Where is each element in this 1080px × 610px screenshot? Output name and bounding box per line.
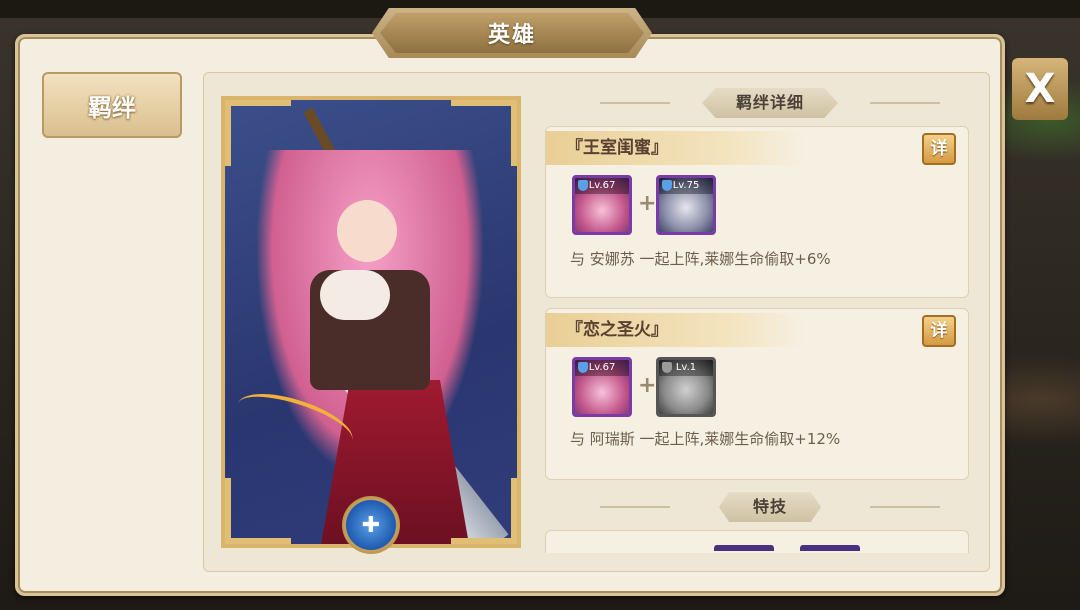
card-corner-ornament — [451, 478, 517, 544]
hero-face — [337, 200, 397, 262]
card-corner-ornament — [225, 478, 291, 544]
bond-partner-portrait[interactable]: Lv.75 — [656, 175, 716, 235]
sidebar-tab-bond[interactable]: 羁绊 — [42, 72, 182, 138]
bond-detail-header-label: 羁绊详细 — [701, 88, 838, 118]
shield-cross-icon[interactable]: ✚ — [342, 496, 400, 554]
bond-detail-button[interactable]: 详 — [922, 133, 956, 165]
bond-item: 『恋之圣火』 详 Lv.67 + Lv.1 与 阿瑞斯 一起上阵,莱娜生命偷取+… — [545, 308, 969, 480]
plus-icon: + — [638, 373, 657, 398]
card-corner-ornament — [225, 100, 291, 166]
window-title: 英雄 — [487, 23, 536, 48]
header-divider-line — [870, 102, 940, 104]
header-divider-line — [600, 102, 670, 104]
bond-title: 『恋之圣火』 — [546, 313, 806, 347]
skill-slot[interactable] — [714, 545, 774, 551]
bond-partner-portrait[interactable]: Lv.67 — [572, 175, 632, 235]
skill-header-label: 特技 — [718, 492, 821, 522]
header-divider-line — [870, 506, 940, 508]
card-corner-ornament — [451, 100, 517, 166]
skill-header: 特技 — [600, 490, 940, 524]
bond-partner-portrait[interactable]: Lv.1 — [656, 357, 716, 417]
close-button[interactable]: X — [1012, 58, 1068, 120]
hero-chest — [320, 270, 390, 320]
hero-card — [221, 96, 521, 548]
plus-icon: + — [638, 191, 657, 216]
bond-partner-portrait[interactable]: Lv.67 — [572, 357, 632, 417]
bond-title: 『王室闺蜜』 — [546, 131, 806, 165]
level-shield-icon — [662, 362, 672, 373]
window-title-tab: 英雄 — [372, 8, 652, 58]
bond-item: 『王室闺蜜』 详 Lv.67 + Lv.75 与 安娜苏 一起上阵,莱娜生命偷取… — [545, 126, 969, 298]
level-shield-icon — [578, 362, 588, 373]
header-divider-line — [600, 506, 670, 508]
bond-description: 与 安娜苏 一起上阵,莱娜生命偷取+6% — [570, 250, 831, 268]
level-shield-icon — [578, 180, 588, 191]
bond-description: 与 阿瑞斯 一起上阵,莱娜生命偷取+12% — [570, 430, 841, 448]
skill-slot[interactable] — [800, 545, 860, 551]
bond-detail-header: 羁绊详细 — [600, 86, 940, 120]
bond-detail-button[interactable]: 详 — [922, 315, 956, 347]
level-shield-icon — [662, 180, 672, 191]
